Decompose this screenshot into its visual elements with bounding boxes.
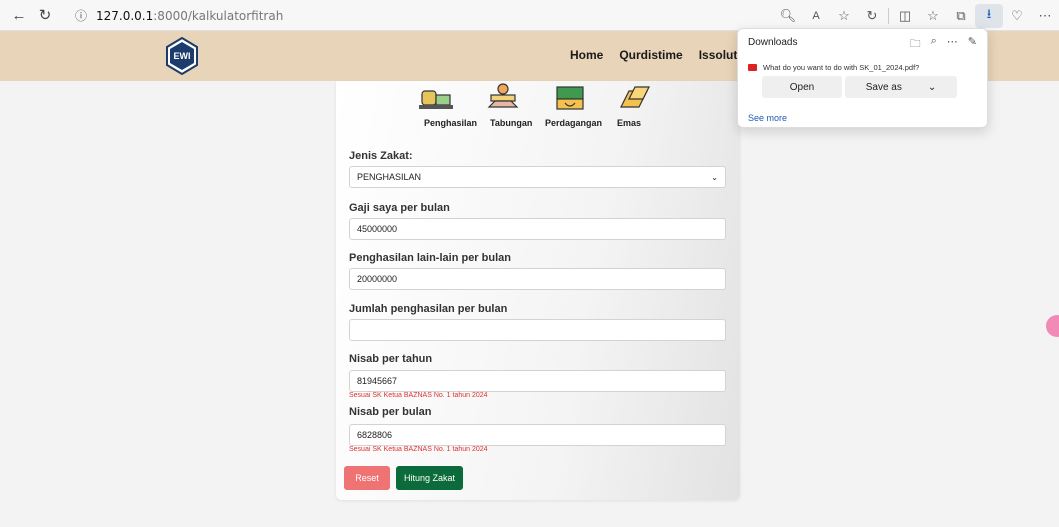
category-label: Perdagangan — [545, 118, 603, 128]
nav-home[interactable]: Home — [570, 48, 603, 62]
category-label: Emas — [617, 118, 642, 128]
read-aloud-icon[interactable]: A — [802, 4, 830, 28]
browser-essentials-icon[interactable]: ♡ — [1003, 4, 1031, 28]
collections-icon[interactable]: ⧉ — [947, 4, 975, 28]
income-icon — [419, 90, 453, 109]
floating-assistant-icon[interactable] — [1046, 315, 1059, 337]
zakat-categories: Penghasilan Tabungan Perdagangan Emas — [336, 81, 740, 141]
jenis-zakat-value: PENGHASILAN — [357, 172, 422, 182]
penghasilan-lain-label: Penghasilan lain-lain per bulan — [349, 252, 511, 264]
split-screen-icon[interactable]: ◫ — [891, 4, 919, 28]
see-more-link[interactable]: See more — [748, 113, 787, 123]
gold-icon — [620, 86, 650, 108]
download-prompt: What do you want to do with SK_01_2024.p… — [763, 63, 920, 72]
chevron-down-icon: ⌄ — [711, 172, 718, 182]
nisab-tahun-hint: Sesuai SK Ketua BAZNAS No. 1 tahun 2024 — [349, 392, 488, 399]
site-nav: Home Qurdistime Issolutic — [570, 48, 747, 62]
save-as-label: Save as — [865, 81, 902, 93]
gaji-label: Gaji saya per bulan — [349, 202, 450, 214]
downloads-icon[interactable]: ⭳ — [975, 3, 1003, 28]
open-button[interactable]: Open — [762, 76, 842, 98]
downloads-title: Downloads — [748, 37, 798, 48]
toolbar-divider — [888, 7, 889, 24]
trade-icon — [556, 86, 584, 110]
more-options-icon[interactable]: ⋯ — [1031, 4, 1059, 28]
save-as-button[interactable]: Save as ⌄ — [845, 76, 957, 98]
address-bar[interactable]: ⓘ 127.0.0.1 :8000/kalkulatorfitrah — [72, 4, 712, 27]
refresh-icon[interactable]: ↻ — [32, 3, 58, 27]
browser-toolbar: ← ↻ ⓘ 127.0.0.1 :8000/kalkulatorfitrah 🔍… — [0, 0, 1059, 31]
jenis-zakat-label: Jenis Zakat: — [349, 150, 413, 162]
pdf-file-icon — [748, 64, 757, 71]
more-icon[interactable]: ⋯ — [947, 35, 958, 54]
zakat-calculator-card: Penghasilan Tabungan Perdagangan Emas Je… — [336, 81, 740, 500]
download-item: What do you want to do with SK_01_2024.p… — [748, 63, 980, 72]
hitung-zakat-button[interactable]: Hitung Zakat — [396, 466, 463, 490]
nav-qurdistime[interactable]: Qurdistime — [619, 48, 682, 62]
url-host: 127.0.0.1 — [96, 8, 154, 23]
favorites-icon[interactable]: ☆ — [919, 4, 947, 28]
search-icon[interactable]: ⌕ — [931, 35, 937, 54]
nisab-tahun-label: Nisab per tahun — [349, 353, 433, 365]
refresh-page-icon[interactable]: ↻ — [858, 4, 886, 28]
nisab-tahun-input[interactable]: 81945667 — [349, 370, 726, 392]
info-icon[interactable]: ⓘ — [72, 7, 90, 25]
browser-actions: 🔍︎ A ☆ ↻ ◫ ☆ ⧉ ⭳ ♡ ⋯ — [774, 0, 1059, 31]
zoom-icon[interactable]: 🔍︎ — [774, 4, 802, 28]
gaji-input[interactable]: 45000000 — [349, 218, 726, 240]
savings-icon — [487, 83, 519, 108]
jenis-zakat-select[interactable]: PENGHASILAN ⌄ — [349, 166, 726, 188]
chevron-down-icon[interactable]: ⌄ — [928, 82, 936, 93]
back-icon[interactable]: ← — [6, 3, 32, 27]
nisab-bulan-hint: Sesuai SK Ketua BAZNAS No. 1 tahun 2024 — [349, 446, 488, 453]
jumlah-penghasilan-label: Jumlah penghasilan per bulan — [349, 303, 508, 315]
nisab-bulan-label: Nisab per bulan — [349, 406, 432, 418]
pin-icon[interactable]: ✎ — [968, 35, 977, 54]
jumlah-penghasilan-input[interactable] — [349, 319, 726, 341]
folder-icon[interactable]: 🗀 — [910, 35, 921, 54]
downloads-panel: Downloads 🗀 ⌕ ⋯ ✎ What do you want to do… — [737, 28, 988, 128]
category-label: Penghasilan — [424, 118, 478, 128]
penghasilan-lain-input[interactable]: 20000000 — [349, 268, 726, 290]
ewi-logo[interactable]: EWI — [163, 37, 201, 75]
category-label: Tabungan — [490, 118, 533, 128]
url-path: :8000/kalkulatorfitrah — [153, 8, 284, 23]
downloads-actions: 🗀 ⌕ ⋯ ✎ — [910, 35, 977, 54]
logo-text: EWI — [174, 51, 191, 61]
reset-button[interactable]: Reset — [344, 466, 390, 490]
nisab-bulan-input[interactable]: 6828806 — [349, 424, 726, 446]
favorite-star-icon[interactable]: ☆ — [830, 4, 858, 28]
